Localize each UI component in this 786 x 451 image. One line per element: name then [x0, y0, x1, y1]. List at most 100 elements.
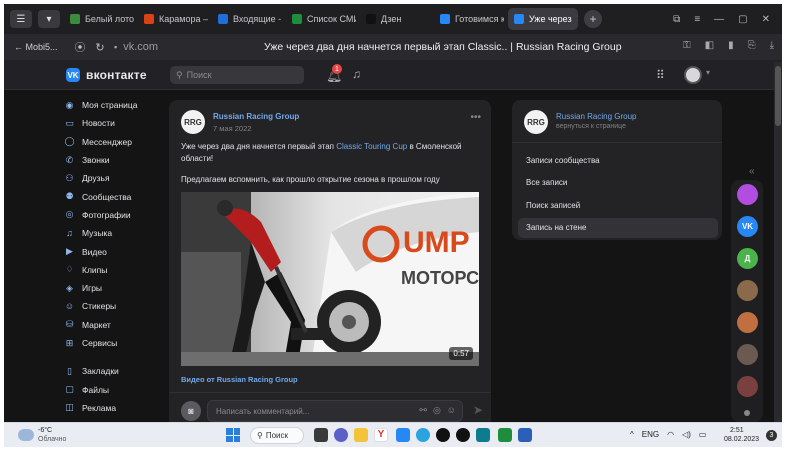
- copy-icon[interactable]: ⧉: [673, 14, 680, 25]
- volume-icon[interactable]: ◁): [682, 430, 691, 439]
- post-author[interactable]: Russian Racing Group: [213, 112, 299, 121]
- edge-browser-icon[interactable]: [476, 428, 490, 442]
- sidebar-item[interactable]: ⚇ Друзья: [64, 169, 164, 187]
- tab-list-button[interactable]: ▾: [38, 10, 60, 28]
- scrollbar[interactable]: [774, 62, 782, 422]
- new-tab-button[interactable]: +: [584, 10, 602, 28]
- sidebar-item[interactable]: ◫ Реклама: [64, 399, 164, 417]
- profile-avatar[interactable]: [684, 66, 702, 84]
- music-player-icon[interactable]: ♫: [352, 67, 361, 81]
- sidebar-item[interactable]: ◯ Мессенджер: [64, 133, 164, 151]
- close-window-icon[interactable]: ✕: [762, 14, 770, 25]
- browser-tab[interactable]: Белый лотос: [64, 8, 134, 30]
- extension-icon[interactable]: ⦿: [70, 39, 90, 55]
- search-input[interactable]: [186, 70, 297, 80]
- contact-avatar-4[interactable]: [737, 376, 758, 397]
- sidebar-item[interactable]: ♫ Музыка: [64, 224, 164, 242]
- sidebar-item[interactable]: ♢ Клипы: [64, 261, 164, 279]
- browser-tab[interactable]: Уже через ✕: [508, 8, 578, 30]
- telegram-icon[interactable]: [416, 428, 430, 442]
- sidebar-item[interactable]: ◉ Моя страница: [64, 96, 164, 114]
- language-indicator[interactable]: ENG: [642, 430, 659, 439]
- maximize-icon[interactable]: ▢: [738, 14, 747, 25]
- browser-tab[interactable]: Готовимся к: [434, 8, 504, 30]
- attach-icon[interactable]: ⚯: [419, 405, 427, 416]
- browser-tab[interactable]: Караморa —: [138, 8, 208, 30]
- comment-box[interactable]: ⚯ ◎ ☺: [207, 400, 463, 422]
- chevron-up-icon[interactable]: ^: [630, 430, 634, 439]
- classic-touring-cup-link[interactable]: Classic Touring Cup: [336, 142, 407, 151]
- cloud-icon[interactable]: [18, 429, 34, 441]
- more-dot[interactable]: [744, 410, 750, 416]
- back-to-page-link[interactable]: вернуться к странице: [556, 123, 626, 130]
- notification-center-badge[interactable]: 3: [766, 430, 777, 441]
- url-host[interactable]: vk.com: [123, 41, 158, 53]
- video-player[interactable]: UMP МОТОРС 0:57: [181, 192, 479, 366]
- battery-icon[interactable]: ▭: [699, 430, 707, 439]
- sidebar-item[interactable]: ▢ Файлы: [64, 380, 164, 398]
- community-name[interactable]: Russian Racing Group: [556, 112, 636, 121]
- sidebar-item[interactable]: ⊞ Сервисы: [64, 334, 164, 352]
- clock-date[interactable]: 08.02.2023: [724, 436, 759, 443]
- sidebar-item[interactable]: ▯ Закладки: [64, 362, 164, 380]
- chevron-down-icon[interactable]: ▾: [706, 68, 710, 77]
- browser-tab[interactable]: Дзен: [360, 8, 430, 30]
- community-menu-item[interactable]: Записи сообщества: [518, 150, 718, 170]
- vk-app-avatar[interactable]: VK: [737, 216, 758, 237]
- sidebar-item[interactable]: ✆ Звонки: [64, 151, 164, 169]
- browser-tab[interactable]: Список СМИ: [286, 8, 356, 30]
- download-icon[interactable]: ⤓: [770, 40, 774, 51]
- community-avatar[interactable]: RRG: [524, 110, 548, 134]
- chat-app-icon[interactable]: [334, 428, 348, 442]
- back-button[interactable]: ← Mobi5...: [4, 42, 70, 52]
- sidebar-item[interactable]: ▭ Новости: [64, 114, 164, 132]
- lens-icon[interactable]: ◧: [705, 40, 714, 51]
- contact-avatar-2[interactable]: [737, 312, 758, 333]
- browser-menu-button[interactable]: ☰: [10, 10, 32, 28]
- community-menu-item[interactable]: Все записи: [518, 173, 718, 193]
- sidebar-item[interactable]: ▶ Видео: [64, 242, 164, 260]
- task-view-icon[interactable]: [314, 428, 328, 442]
- scrollbar-thumb[interactable]: [775, 66, 781, 126]
- windows-start-icon[interactable]: [226, 428, 240, 442]
- vk-brand[interactable]: вконтакте: [86, 68, 147, 82]
- reload-icon[interactable]: ↻: [90, 41, 110, 54]
- comment-input[interactable]: [216, 406, 406, 416]
- media-app-icon[interactable]: [456, 428, 470, 442]
- vk-messenger-icon[interactable]: [396, 428, 410, 442]
- key-icon[interactable]: ⚿: [683, 40, 691, 51]
- menu-icon[interactable]: ≡: [694, 14, 700, 25]
- apps-grid-icon[interactable]: ⠿: [656, 68, 665, 82]
- collections-icon[interactable]: ⎘: [748, 40, 756, 51]
- minimize-icon[interactable]: —: [714, 14, 724, 25]
- contact-d-avatar[interactable]: Д: [737, 248, 758, 269]
- notes-app-icon[interactable]: [518, 428, 532, 442]
- weather-description[interactable]: Облачно: [38, 436, 66, 443]
- sidebar-item[interactable]: ◈ Игры: [64, 279, 164, 297]
- sidebar-item[interactable]: ☺ Стикеры: [64, 297, 164, 315]
- post-author-avatar[interactable]: RRG: [181, 110, 205, 134]
- file-explorer-icon[interactable]: [354, 428, 368, 442]
- voice-app-avatar[interactable]: [737, 184, 758, 205]
- sidebar-item[interactable]: ◎ Фотографии: [64, 206, 164, 224]
- sidebar-item[interactable]: ⚉ Сообщества: [64, 187, 164, 205]
- sheets-app-icon[interactable]: [498, 428, 512, 442]
- video-caption-link[interactable]: Видео от Russian Racing Group: [181, 375, 298, 384]
- yandex-browser-icon[interactable]: Y: [374, 428, 388, 442]
- vk-logo-icon[interactable]: VK: [66, 68, 80, 82]
- tiktok-icon[interactable]: [436, 428, 450, 442]
- community-menu-item[interactable]: Запись на стене: [518, 217, 718, 238]
- contact-avatar-3[interactable]: [737, 344, 758, 365]
- vk-search[interactable]: ⚲: [170, 66, 304, 84]
- send-icon[interactable]: ➤: [473, 403, 483, 417]
- bookmark-add-icon[interactable]: ▮: [728, 40, 734, 51]
- contact-avatar-1[interactable]: [737, 280, 758, 301]
- photo-attach-icon[interactable]: ◎: [433, 405, 441, 416]
- community-menu-item[interactable]: Поиск записей: [518, 195, 718, 215]
- collapse-chevron-icon[interactable]: «: [749, 166, 755, 177]
- sidebar-item[interactable]: ⛁ Маркет: [64, 316, 164, 334]
- wifi-icon[interactable]: ◠: [667, 430, 674, 439]
- post-date[interactable]: 7 мая 2022: [213, 124, 251, 133]
- emoji-icon[interactable]: ☺: [447, 405, 456, 416]
- weather-temperature[interactable]: -6°C: [38, 427, 52, 434]
